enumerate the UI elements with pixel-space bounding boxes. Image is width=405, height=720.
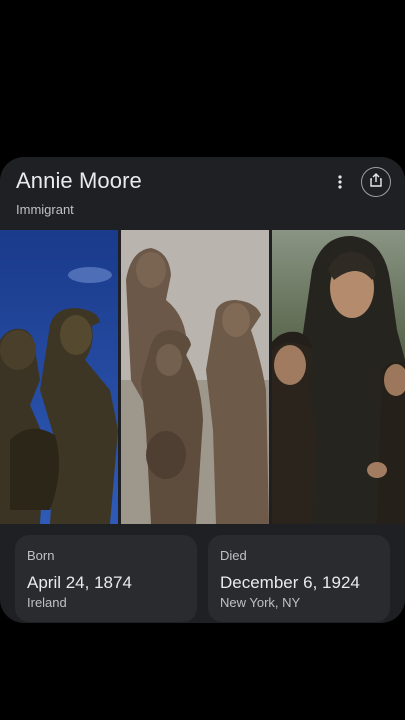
fact-value: December 6, 1924 — [220, 573, 360, 592]
fact-label: Died — [220, 548, 247, 563]
gallery-image-statue-sky[interactable] — [0, 230, 118, 524]
entity-subtitle: Immigrant — [16, 202, 74, 217]
gallery-image-statue-group[interactable] — [121, 230, 269, 524]
fact-detail: Ireland — [27, 595, 67, 610]
share-button[interactable] — [361, 167, 391, 197]
knowledge-panel-card: Annie Moore Immigrant Born April 24, 187… — [0, 157, 405, 623]
fact-value: April 24, 1874 — [27, 573, 132, 592]
fact-detail: New York, NY — [220, 595, 301, 610]
fact-label: Born — [27, 548, 55, 563]
entity-title: Annie Moore — [16, 168, 142, 193]
image-gallery — [0, 230, 405, 524]
fact-died-card[interactable]: Died December 6, 1924 New York, NY — [208, 535, 390, 622]
share-icon — [369, 172, 383, 192]
gallery-image-portrait[interactable] — [272, 230, 405, 524]
more-options-button[interactable] — [330, 173, 350, 195]
fact-born-card[interactable]: Born April 24, 1874 Ireland — [15, 535, 197, 622]
more-vert-icon — [338, 174, 342, 194]
